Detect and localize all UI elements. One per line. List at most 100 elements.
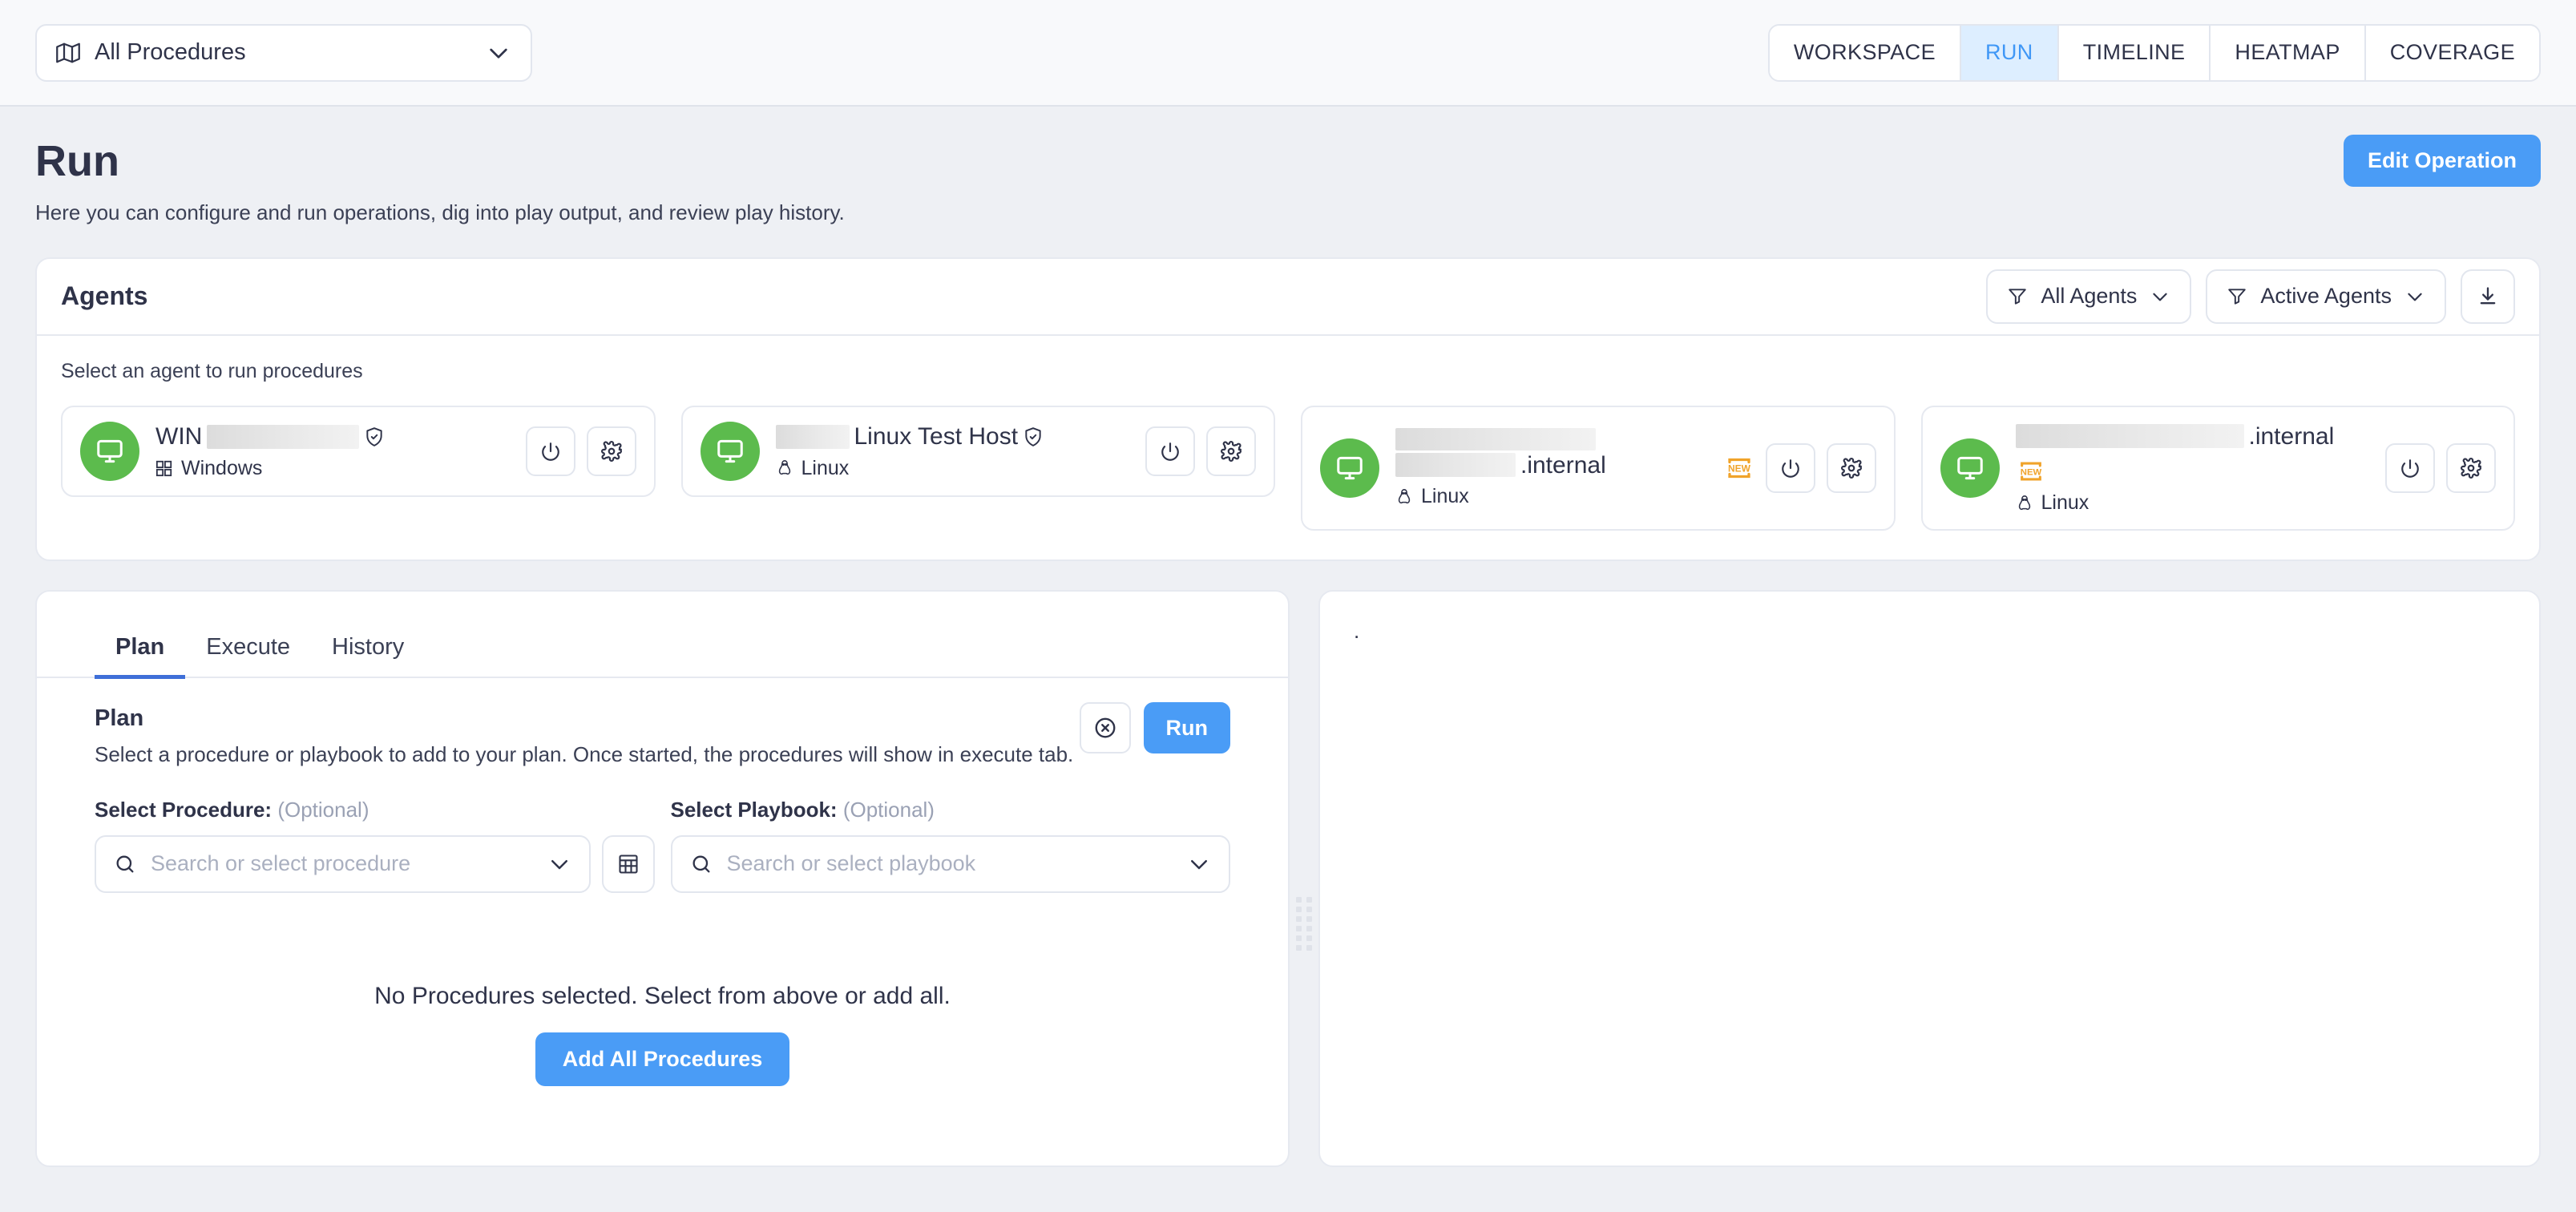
search-icon [690, 853, 713, 875]
agent-name-suffix: .internal [2248, 422, 2335, 450]
all-agents-filter[interactable]: All Agents [1986, 269, 2192, 324]
agents-header: Agents All Agents Active Agents [37, 259, 2539, 336]
playbook-selector-group: Select Playbook: (Optional) Search or se… [670, 797, 1230, 893]
new-badge-icon: NEW [2016, 456, 2046, 487]
shield-check-icon [364, 426, 385, 447]
chevron-down-icon [2404, 286, 2425, 307]
procedure-search-placeholder: Search or select procedure [151, 851, 411, 876]
svg-text:NEW: NEW [1728, 463, 1751, 474]
playbook-optional-text: (Optional) [842, 797, 935, 822]
power-icon [1160, 441, 1181, 462]
agent-name-suffix: .internal [1520, 451, 1606, 479]
agent-actions [525, 426, 636, 476]
playbook-row: Search or select playbook [670, 834, 1230, 893]
add-all-procedures-button[interactable]: Add All Procedures [535, 1032, 790, 1086]
plan-selectors: Select Procedure: (Optional) Search or s… [37, 798, 1288, 893]
all-agents-filter-label: All Agents [2041, 284, 2138, 309]
linux-icon [1395, 488, 1413, 506]
nav-tab-timeline[interactable]: TIMELINE [2058, 25, 2211, 80]
agent-name [1395, 427, 1708, 450]
agent-status-avatar [1320, 438, 1379, 498]
playbook-search-input[interactable]: Search or select playbook [670, 834, 1230, 893]
page-subtitle: Here you can configure and run operation… [35, 200, 845, 224]
procedure-search-input[interactable]: Search or select procedure [95, 834, 591, 893]
agent-card[interactable]: .internal NEW Linux [1920, 405, 2515, 531]
procedure-label: Select Procedure: (Optional) [95, 798, 655, 822]
run-plan-button[interactable]: Run [1143, 702, 1230, 754]
page-header: Run Here you can configure and run opera… [0, 107, 2576, 225]
chevron-down-icon [2150, 286, 2170, 307]
nav-tab-coverage[interactable]: COVERAGE [2365, 25, 2539, 80]
redacted-hostname [775, 425, 850, 450]
agents-body: Select an agent to run procedures WIN Wi… [37, 336, 2539, 560]
playbook-label-text: Select Playbook: [670, 797, 838, 822]
agent-power-button[interactable] [2385, 442, 2435, 493]
tab-history[interactable]: History [311, 634, 425, 679]
clear-plan-button[interactable] [1079, 702, 1131, 754]
agents-toolbar: All Agents Active Agents [1986, 269, 2515, 324]
nav-tab-heatmap[interactable]: HEATMAP [2211, 25, 2366, 80]
agents-list: WIN Windows Linux Test Host Linux .inter… [61, 405, 2515, 531]
active-agents-filter-label: Active Agents [2260, 284, 2392, 309]
agent-name: .internal NEW [2015, 422, 2370, 487]
agent-card[interactable]: Linux Test Host Linux [680, 405, 1275, 497]
linux-icon [776, 459, 793, 477]
agent-power-button[interactable] [1765, 442, 1815, 493]
download-agents-button[interactable] [2461, 269, 2515, 324]
main-nav-tabs: WORKSPACE RUN TIMELINE HEATMAP COVERAGE [1767, 23, 2541, 82]
agent-name-prefix: WIN [155, 423, 203, 450]
procedure-optional-text: (Optional) [277, 797, 369, 822]
gear-icon [600, 440, 622, 462]
edit-operation-button[interactable]: Edit Operation [2343, 135, 2541, 187]
gear-icon [1840, 457, 1862, 479]
redacted-hostname [207, 425, 360, 450]
active-agents-filter[interactable]: Active Agents [2206, 269, 2446, 324]
output-pane: . [1318, 590, 2541, 1168]
agent-power-button[interactable] [1145, 426, 1195, 476]
pane-resize-handle[interactable] [1290, 590, 1318, 1167]
agents-title: Agents [61, 281, 148, 311]
table-icon [617, 853, 640, 875]
nav-tab-run[interactable]: RUN [1960, 25, 2059, 80]
redacted-hostname [2015, 424, 2244, 449]
agent-name-suffix: Linux Test Host [854, 423, 1019, 450]
procedure-table-view-button[interactable] [601, 834, 655, 893]
power-icon [1780, 458, 1801, 479]
lower-panes: Plan Execute History Plan Select a proce… [35, 590, 2541, 1168]
plan-body: Plan Select a procedure or playbook to a… [37, 678, 1288, 770]
playbook-search-placeholder: Search or select playbook [726, 851, 976, 876]
power-icon [540, 441, 561, 462]
agent-settings-button[interactable] [586, 426, 636, 476]
chevron-down-icon [1187, 852, 1211, 876]
agent-settings-button[interactable] [2446, 442, 2496, 493]
plan-pane: Plan Execute History Plan Select a proce… [35, 590, 1290, 1168]
svg-text:NEW: NEW [2020, 467, 2041, 477]
windows-icon [155, 459, 173, 477]
gear-icon [1221, 440, 1242, 462]
agent-card[interactable]: .internal Linux NEW [1301, 405, 1896, 531]
redacted-hostname [1395, 427, 1596, 450]
plan-actions: Run [1079, 702, 1230, 754]
shield-check-icon [1023, 426, 1044, 447]
tab-execute[interactable]: Execute [185, 634, 311, 679]
output-content: . [1354, 619, 1360, 644]
agent-os: Linux [2016, 491, 2370, 515]
agent-card[interactable]: WIN Windows [61, 405, 656, 497]
chevron-down-icon [486, 40, 511, 66]
agent-os: Linux [1395, 485, 1708, 508]
agent-settings-button[interactable] [1206, 426, 1256, 476]
nav-tab-workspace[interactable]: WORKSPACE [1769, 25, 1961, 80]
chevron-down-icon [547, 852, 571, 876]
agent-name-line2: .internal [1395, 450, 1708, 481]
agent-power-button[interactable] [525, 426, 575, 476]
top-bar: All Procedures WORKSPACE RUN TIMELINE HE… [0, 0, 2576, 107]
agent-os: Linux [776, 457, 1130, 480]
tab-plan[interactable]: Plan [95, 634, 186, 680]
operation-select-dropdown[interactable]: All Procedures [35, 23, 532, 82]
redacted-hostname [1395, 453, 1516, 478]
agent-info: .internal Linux [1395, 427, 1708, 509]
procedure-row: Search or select procedure [95, 834, 655, 893]
agent-status-avatar [1940, 438, 2000, 498]
agent-actions [1145, 426, 1256, 476]
agent-settings-button[interactable] [1826, 442, 1876, 493]
